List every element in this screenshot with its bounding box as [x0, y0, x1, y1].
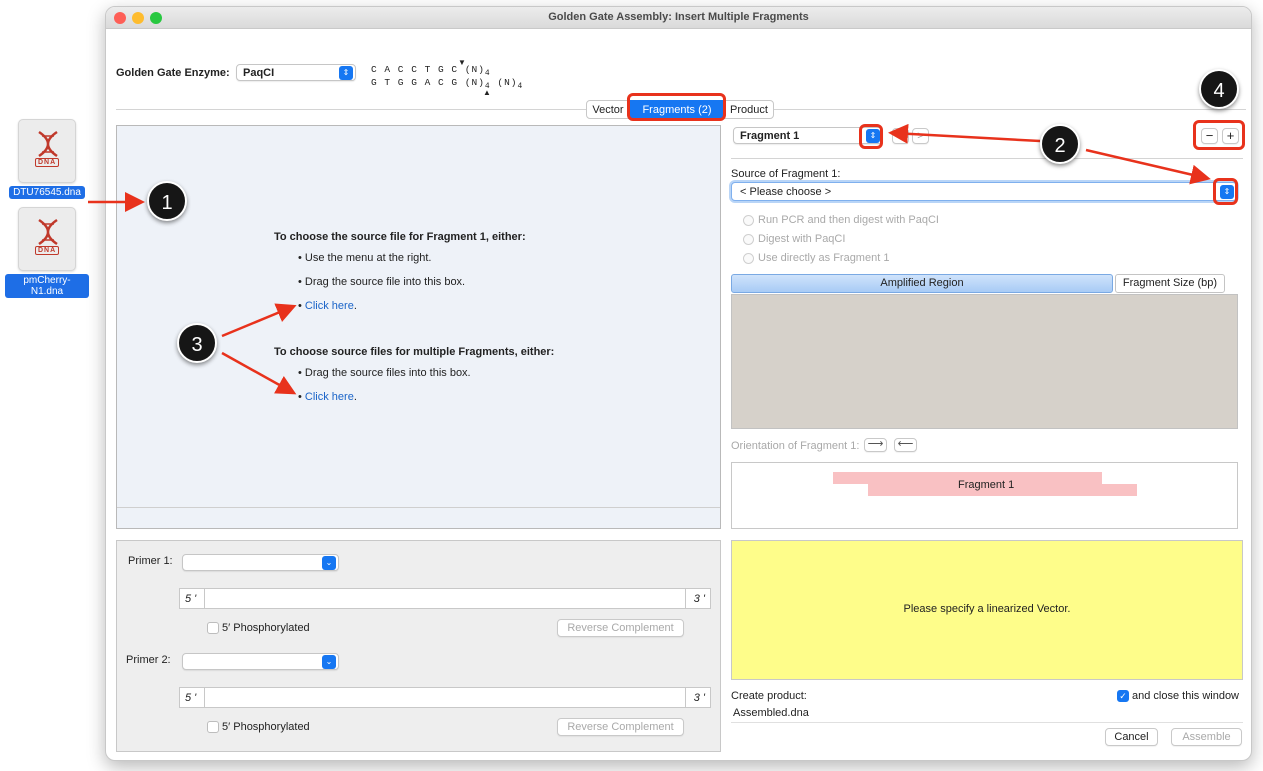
callout-3: 3	[177, 323, 217, 363]
callout-1: 1	[147, 181, 187, 221]
callout-4: 4	[1199, 69, 1239, 109]
annotation-arrows	[88, 123, 1211, 395]
callout-2: 2	[1040, 124, 1080, 164]
